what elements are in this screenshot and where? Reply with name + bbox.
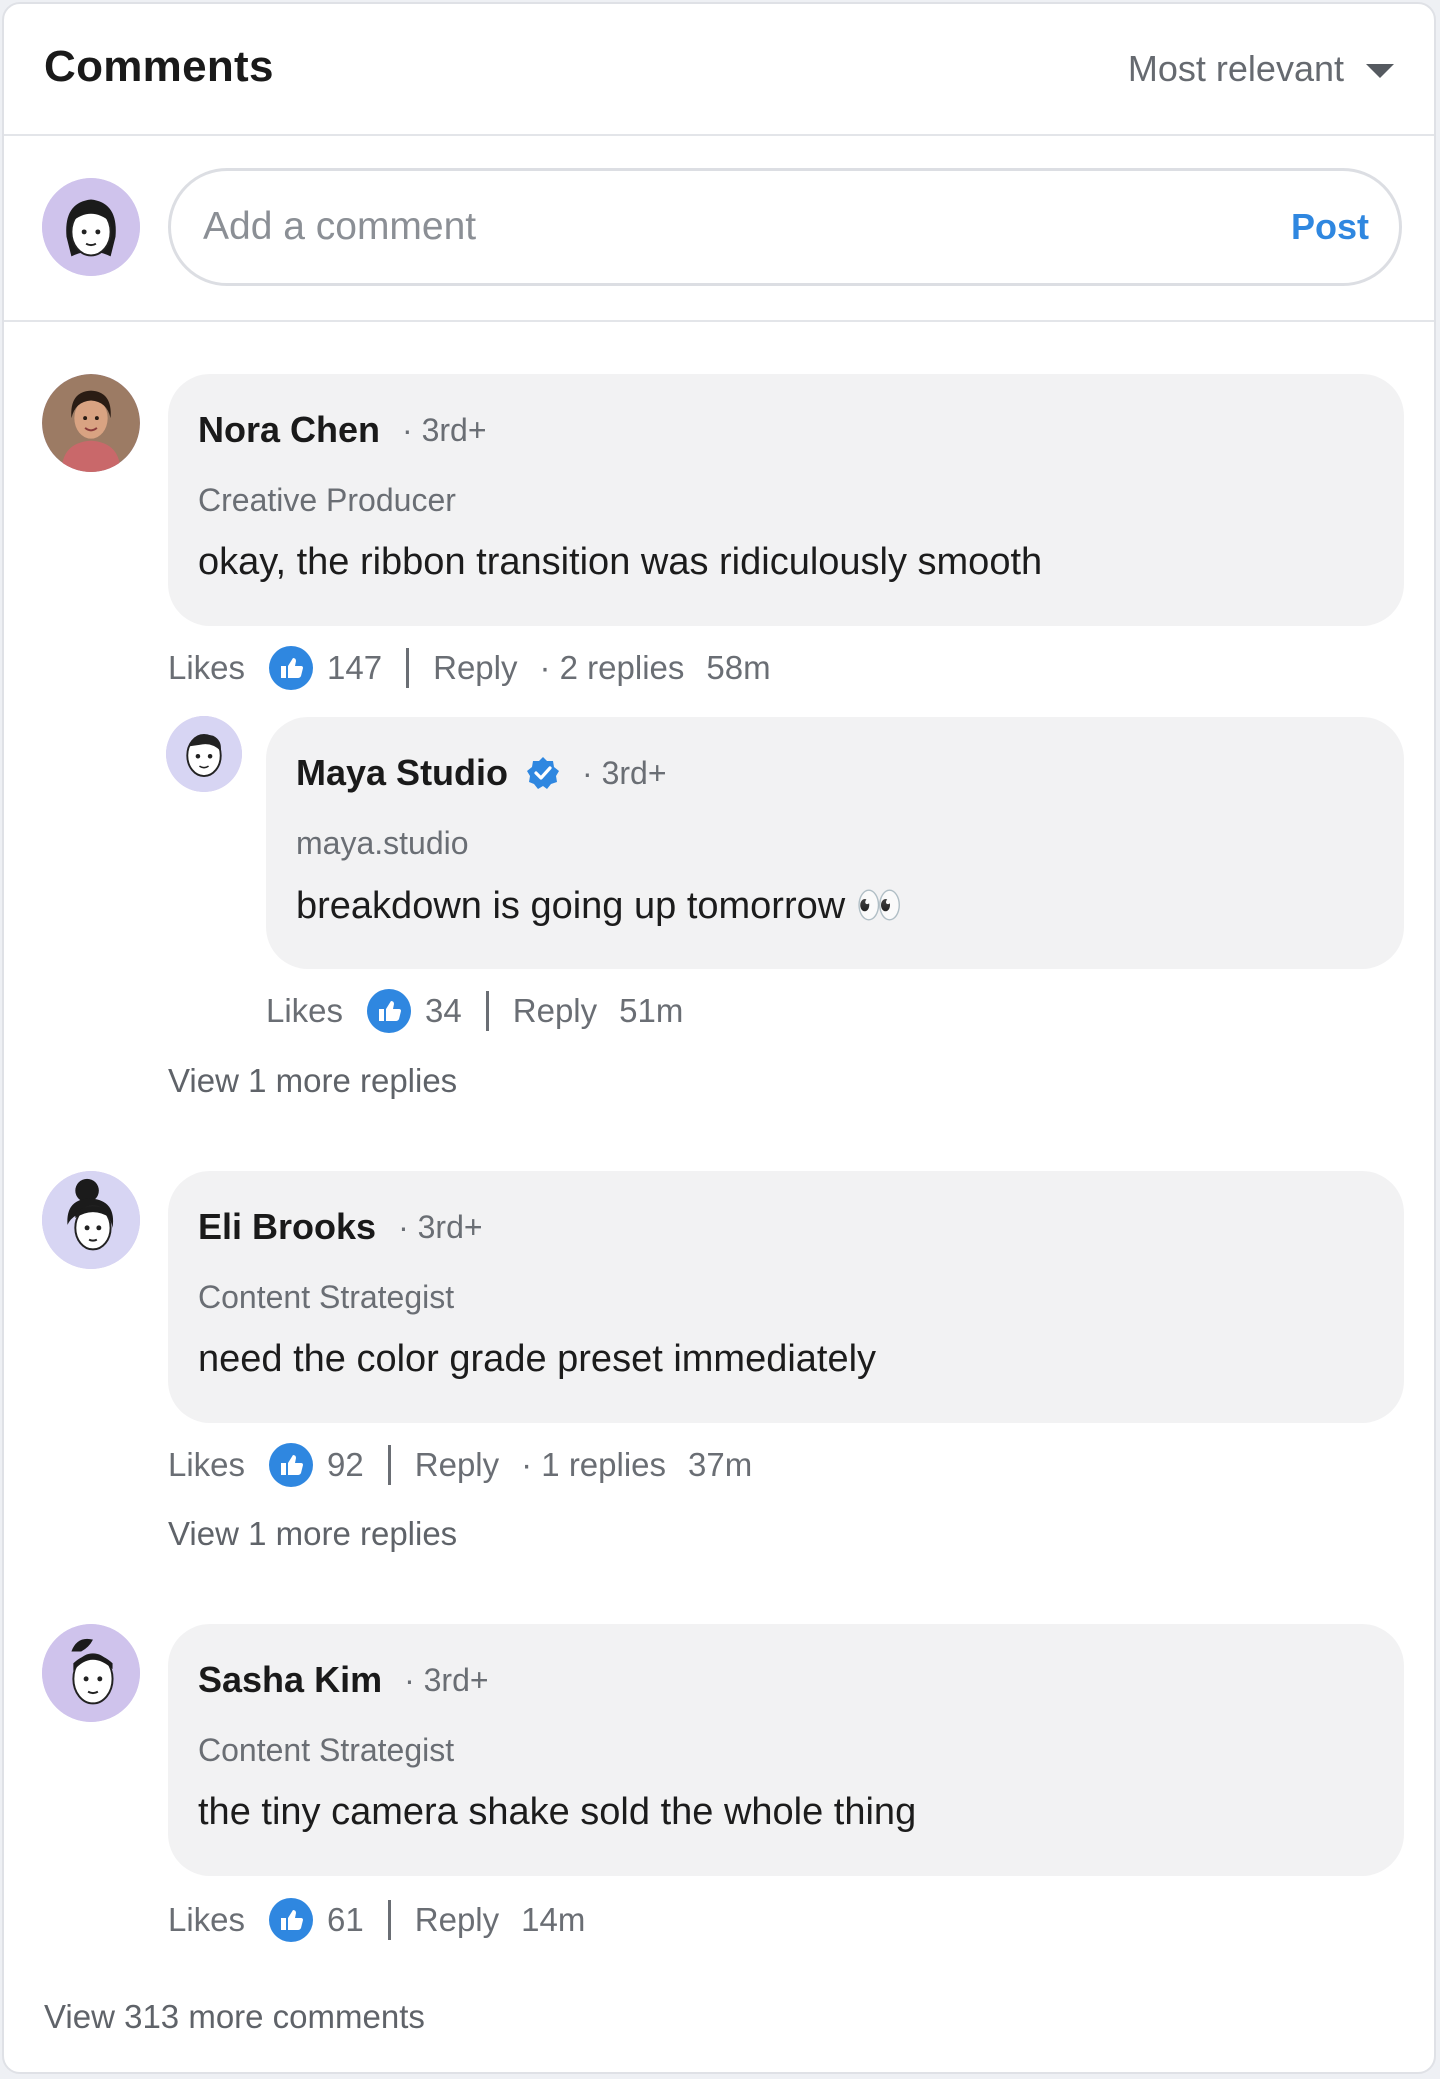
likes-count: 147 xyxy=(327,649,383,686)
likes-label[interactable]: Likes xyxy=(168,649,245,687)
author-headline: Content Strategist xyxy=(198,1279,455,1315)
connection-degree: · 3rd+ xyxy=(582,754,667,791)
view-more-replies-link[interactable]: View 1 more replies xyxy=(168,1062,457,1100)
verified-badge-icon xyxy=(527,757,560,789)
comment-input[interactable]: Post xyxy=(168,168,1402,286)
reply-author-avatar[interactable] xyxy=(166,716,242,792)
comments-header: Comments Most relevant xyxy=(4,4,1434,136)
reply-button[interactable]: Reply xyxy=(415,1901,499,1939)
comment-actions: Likes 61 Reply 14m xyxy=(168,1898,585,1942)
comment-time: 14m xyxy=(521,1901,586,1938)
reply-actions: Likes 34 Reply 51m xyxy=(266,989,683,1033)
like-thumb-icon[interactable] xyxy=(269,1443,314,1487)
current-user-avatar xyxy=(42,178,140,276)
likes-label[interactable]: Likes xyxy=(168,1446,245,1484)
commenter-avatar[interactable] xyxy=(42,374,140,472)
view-more-replies-link[interactable]: View 1 more replies xyxy=(168,1515,457,1553)
action-separator xyxy=(387,1445,391,1485)
likes-label[interactable]: Likes xyxy=(168,1901,245,1939)
comment-author[interactable]: Eli Brooks xyxy=(198,1206,376,1248)
comment-time: 58m xyxy=(706,649,771,686)
post-button[interactable]: Post xyxy=(1291,206,1369,248)
chevron-down-icon xyxy=(1366,64,1394,78)
commenter-avatar[interactable] xyxy=(42,1624,140,1722)
likes-count: 34 xyxy=(425,992,462,1029)
sort-dropdown[interactable]: Most relevant xyxy=(1128,48,1394,90)
comment-text-field[interactable] xyxy=(201,204,1291,250)
connection-degree: · 3rd+ xyxy=(398,1208,483,1245)
reply-text: breakdown is going up tomorrow 👀 xyxy=(296,885,904,927)
comment-composer: Post xyxy=(4,136,1434,322)
comment-time: 37m xyxy=(688,1446,753,1483)
comment-text: the tiny camera shake sold the whole thi… xyxy=(198,1791,917,1833)
action-separator xyxy=(485,991,489,1031)
action-separator xyxy=(387,1900,391,1940)
replies-count[interactable]: · 2 replies xyxy=(539,649,684,687)
comment-author[interactable]: Nora Chen xyxy=(198,409,380,451)
likes-label[interactable]: Likes xyxy=(266,992,343,1030)
reply-time: 51m xyxy=(619,992,684,1029)
replies-count[interactable]: · 1 replies xyxy=(521,1446,666,1484)
author-headline: Creative Producer xyxy=(198,482,456,518)
reply-button[interactable]: Reply xyxy=(513,992,597,1030)
comments-panel: Comments Most relevant Post Nora Chen · … xyxy=(2,2,1436,2074)
commenter-avatar[interactable] xyxy=(42,1171,140,1269)
comment-actions: Likes 147 Reply · 2 replies 58m xyxy=(168,646,771,690)
action-separator xyxy=(406,648,410,688)
comment-text: okay, the ribbon transition was ridiculo… xyxy=(198,541,1043,583)
view-more-comments-link[interactable]: View 313 more comments xyxy=(44,1998,425,2036)
author-headline: Content Strategist xyxy=(198,1732,455,1768)
likes-count: 61 xyxy=(327,1901,364,1938)
comment-bubble: Eli Brooks · 3rd+ Content Strategist nee… xyxy=(168,1171,1404,1423)
like-thumb-icon[interactable] xyxy=(367,989,412,1033)
reply-bubble: Maya Studio · 3rd+ maya.studio breakdown… xyxy=(266,717,1404,969)
reply-button[interactable]: Reply xyxy=(415,1446,499,1484)
like-thumb-icon[interactable] xyxy=(269,1898,314,1942)
author-headline: maya.studio xyxy=(296,825,469,861)
reply-author[interactable]: Maya Studio xyxy=(296,752,508,794)
comment-bubble: Sasha Kim · 3rd+ Content Strategist the … xyxy=(168,1624,1404,1876)
comments-title: Comments xyxy=(44,42,274,91)
comment-text: need the color grade preset immediately xyxy=(198,1338,877,1380)
sort-label: Most relevant xyxy=(1127,48,1344,89)
connection-degree: · 3rd+ xyxy=(402,411,487,448)
like-thumb-icon[interactable] xyxy=(269,646,314,690)
connection-degree: · 3rd+ xyxy=(404,1661,489,1698)
reply-button[interactable]: Reply xyxy=(433,649,517,687)
comment-actions: Likes 92 Reply · 1 replies 37m xyxy=(168,1443,752,1487)
comment-author[interactable]: Sasha Kim xyxy=(198,1659,382,1701)
comment-bubble: Nora Chen · 3rd+ Creative Producer okay,… xyxy=(168,374,1404,626)
likes-count: 92 xyxy=(327,1446,364,1483)
